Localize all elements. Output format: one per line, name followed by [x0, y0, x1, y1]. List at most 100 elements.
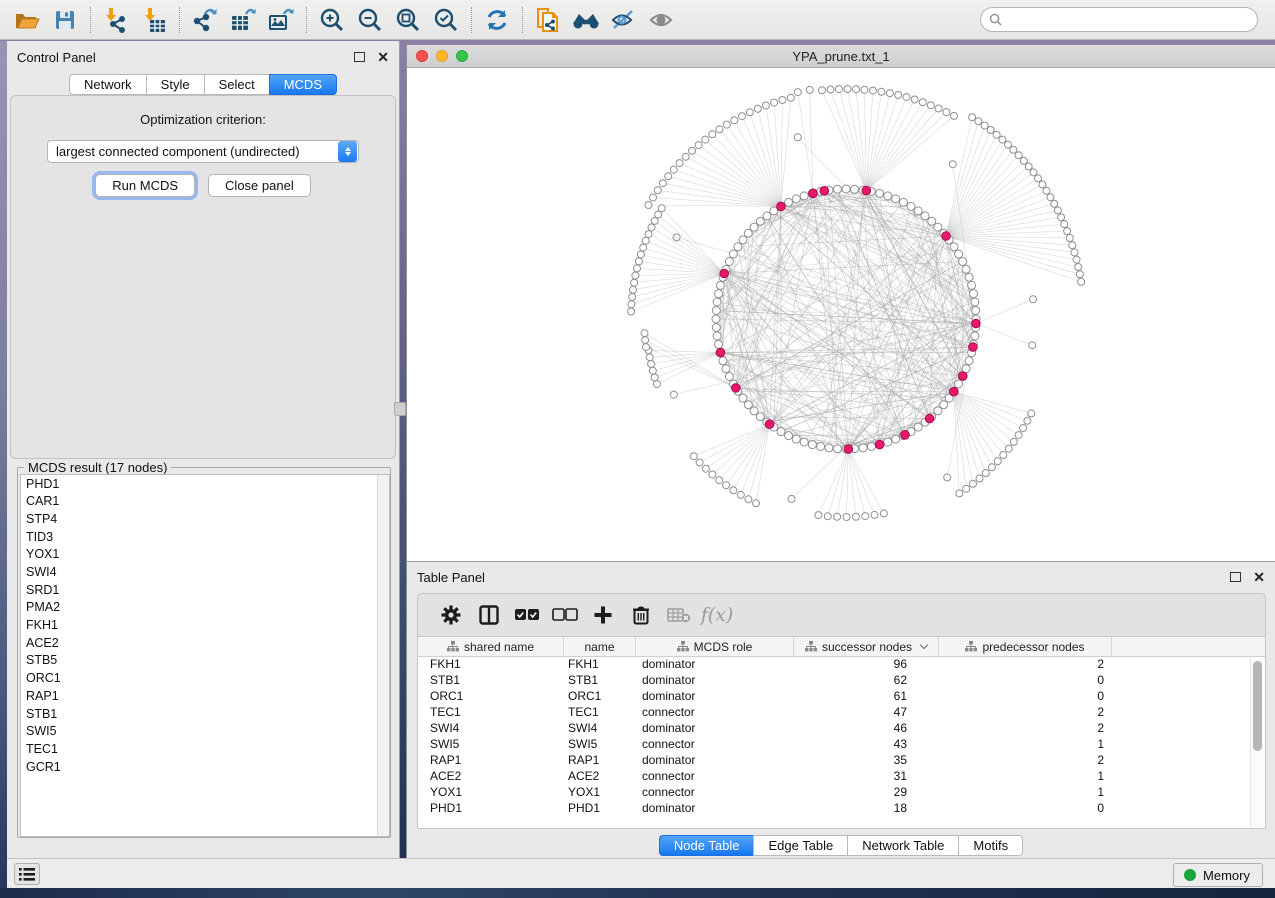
- table-cell-pred: 2: [939, 721, 1112, 737]
- mcds-result-item[interactable]: YOX1: [21, 546, 389, 564]
- mcds-result-item[interactable]: SWI5: [21, 723, 389, 741]
- zoom-fit-icon[interactable]: [389, 5, 427, 35]
- open-file-icon[interactable]: [8, 5, 46, 35]
- mcds-result-item[interactable]: ACE2: [21, 634, 389, 652]
- hide-selected-icon[interactable]: [605, 5, 643, 35]
- float-table-panel-icon[interactable]: [1230, 572, 1241, 582]
- table-row[interactable]: TEC1TEC1connector472: [418, 705, 1265, 721]
- add-column-icon[interactable]: [584, 600, 622, 630]
- show-columns-icon[interactable]: [470, 600, 508, 630]
- table-cell-pred: 2: [939, 753, 1112, 769]
- column-header-successor-nodes[interactable]: successor nodes: [794, 637, 939, 656]
- tab-node-table[interactable]: Node Table: [659, 835, 754, 856]
- run-mcds-button[interactable]: Run MCDS: [95, 174, 195, 197]
- table-row[interactable]: ACE2ACE2connector311: [418, 769, 1265, 785]
- export-table-icon[interactable]: [224, 5, 262, 35]
- network-view-window: YPA_prune.txt_1: [406, 41, 1275, 561]
- import-network-icon[interactable]: [97, 5, 135, 35]
- mcds-result-item[interactable]: TEC1: [21, 740, 389, 758]
- column-header-mcds-role[interactable]: MCDS role: [636, 637, 794, 656]
- table-row[interactable]: STB1STB1dominator620: [418, 673, 1265, 689]
- selected-criterion: largest connected component (undirected): [48, 144, 338, 159]
- mcds-result-item[interactable]: STB1: [21, 705, 389, 723]
- network-search-box[interactable]: [980, 7, 1258, 32]
- function-builder-icon[interactable]: f(x): [698, 600, 736, 630]
- table-row[interactable]: RAP1RAP1dominator352: [418, 753, 1265, 769]
- network-window-titlebar[interactable]: YPA_prune.txt_1: [407, 45, 1275, 68]
- table-settings-icon[interactable]: [432, 600, 470, 630]
- table-cell-name: PHD1: [564, 801, 636, 817]
- mcds-result-item[interactable]: CAR1: [21, 493, 389, 511]
- table-cell-name: YOX1: [564, 785, 636, 801]
- column-header-shared-name[interactable]: shared name: [418, 637, 564, 656]
- table-cell-pred: 2: [939, 705, 1112, 721]
- close-table-panel-icon[interactable]: ✕: [1253, 572, 1265, 582]
- table-row[interactable]: SWI5SWI5connector431: [418, 737, 1265, 753]
- tab-network-table[interactable]: Network Table: [847, 835, 958, 856]
- column-header-name[interactable]: name: [564, 637, 636, 656]
- mcds-result-item[interactable]: GCR1: [21, 758, 389, 776]
- mcds-result-item[interactable]: STB5: [21, 652, 389, 670]
- optimization-criterion-select[interactable]: largest connected component (undirected): [47, 140, 359, 163]
- table-row[interactable]: ORC1ORC1dominator610: [418, 689, 1265, 705]
- table-cell-succ: 29: [794, 785, 939, 801]
- table-cell-succ: 62: [794, 673, 939, 689]
- table-scrollbar[interactable]: [1250, 659, 1263, 827]
- show-all-icon[interactable]: [643, 5, 681, 35]
- tab-motifs[interactable]: Motifs: [958, 835, 1023, 856]
- table-cell-name: ACE2: [564, 769, 636, 785]
- mcds-result-item[interactable]: PMA2: [21, 599, 389, 617]
- export-image-icon[interactable]: [262, 5, 300, 35]
- clone-network-icon[interactable]: [529, 5, 567, 35]
- task-history-button[interactable]: [14, 863, 40, 885]
- tab-select[interactable]: Select: [204, 74, 269, 95]
- panel-splitter-handle[interactable]: [394, 402, 406, 416]
- table-scrollbar-thumb[interactable]: [1253, 661, 1262, 751]
- column-header-predecessor-nodes[interactable]: predecessor nodes: [939, 637, 1112, 656]
- zoom-selected-icon[interactable]: [427, 5, 465, 35]
- export-network-icon[interactable]: [186, 5, 224, 35]
- tab-style[interactable]: Style: [146, 74, 204, 95]
- save-session-icon[interactable]: [46, 5, 84, 35]
- float-panel-icon[interactable]: [354, 52, 365, 62]
- table-cell-name: ORC1: [564, 689, 636, 705]
- table-cell-role: dominator: [636, 721, 794, 737]
- tab-mcds[interactable]: MCDS: [269, 74, 337, 95]
- mcds-result-item[interactable]: FKH1: [21, 617, 389, 635]
- mcds-result-item[interactable]: ORC1: [21, 670, 389, 688]
- table-cell-name: SWI4: [564, 721, 636, 737]
- refresh-icon[interactable]: [478, 5, 516, 35]
- attribute-tree-icon: [447, 641, 459, 652]
- table-row[interactable]: SWI4SWI4dominator462: [418, 721, 1265, 737]
- search-input[interactable]: [1002, 13, 1257, 27]
- delete-table-icon[interactable]: [660, 600, 698, 630]
- select-all-check-icon[interactable]: [508, 600, 546, 630]
- node-table[interactable]: shared name name MCDS role successor nod…: [417, 637, 1266, 829]
- delete-column-icon[interactable]: [622, 600, 660, 630]
- zoom-in-icon[interactable]: [313, 5, 351, 35]
- mcds-result-list[interactable]: PHD1CAR1STP4TID3YOX1SWI4SRD1PMA2FKH1ACE2…: [20, 474, 390, 837]
- import-table-icon[interactable]: [135, 5, 173, 35]
- table-cell-shared: TEC1: [418, 705, 564, 721]
- tab-network[interactable]: Network: [69, 74, 146, 95]
- mcds-result-item[interactable]: RAP1: [21, 687, 389, 705]
- search-network-icon[interactable]: [567, 5, 605, 35]
- mcds-result-item[interactable]: TID3: [21, 528, 389, 546]
- table-cell-shared: YOX1: [418, 785, 564, 801]
- table-row[interactable]: YOX1YOX1connector291: [418, 785, 1265, 801]
- mcds-result-item[interactable]: SRD1: [21, 581, 389, 599]
- table-row[interactable]: FKH1FKH1dominator962: [418, 657, 1265, 673]
- close-panel-button[interactable]: Close panel: [208, 174, 311, 197]
- toolbar-separator: [90, 7, 91, 33]
- network-canvas[interactable]: [407, 68, 1275, 561]
- close-panel-icon[interactable]: ✕: [377, 52, 389, 62]
- mcds-result-item[interactable]: PHD1: [21, 475, 389, 493]
- table-row[interactable]: PHD1PHD1dominator180: [418, 801, 1265, 817]
- mcds-result-item[interactable]: SWI4: [21, 563, 389, 581]
- mcds-list-scrollbar[interactable]: [377, 475, 389, 836]
- tab-edge-table[interactable]: Edge Table: [753, 835, 847, 856]
- deselect-all-check-icon[interactable]: [546, 600, 584, 630]
- zoom-out-icon[interactable]: [351, 5, 389, 35]
- memory-button[interactable]: Memory: [1173, 863, 1263, 887]
- mcds-result-item[interactable]: STP4: [21, 510, 389, 528]
